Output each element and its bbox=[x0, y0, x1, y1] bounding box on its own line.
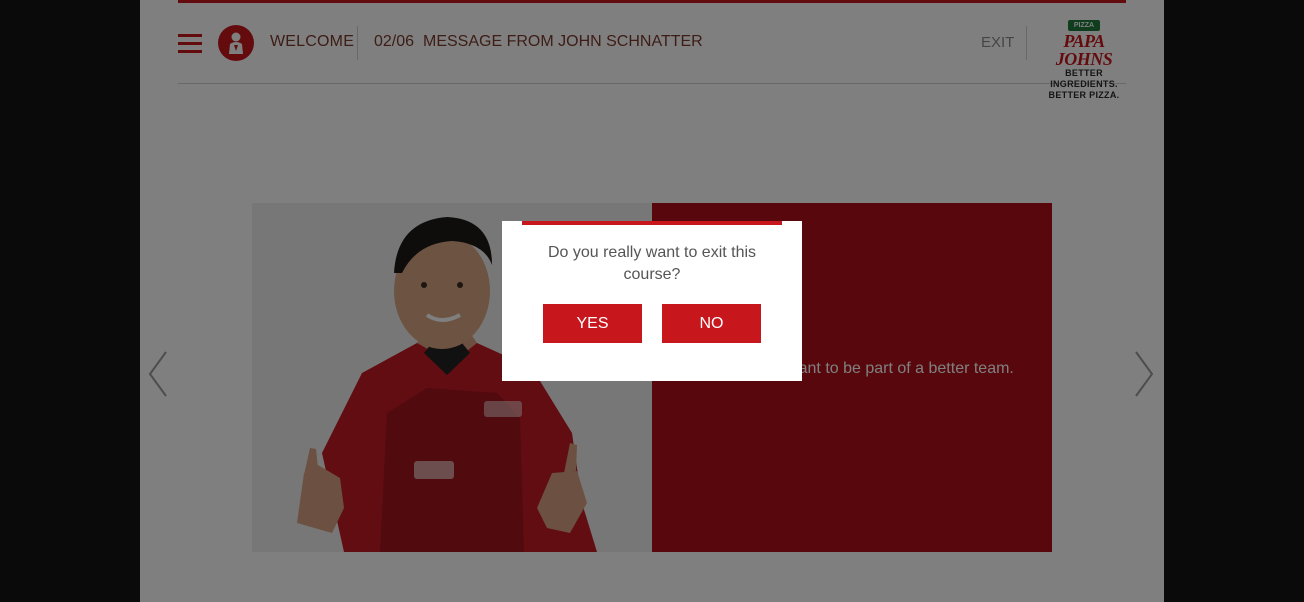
exit-confirm-dialog: Do you really want to exit this course? … bbox=[502, 221, 802, 381]
no-button[interactable]: NO bbox=[662, 304, 761, 343]
dialog-accent-bar bbox=[522, 221, 782, 225]
dialog-message: Do you really want to exit this course? bbox=[547, 244, 757, 283]
yes-button[interactable]: YES bbox=[543, 304, 642, 343]
